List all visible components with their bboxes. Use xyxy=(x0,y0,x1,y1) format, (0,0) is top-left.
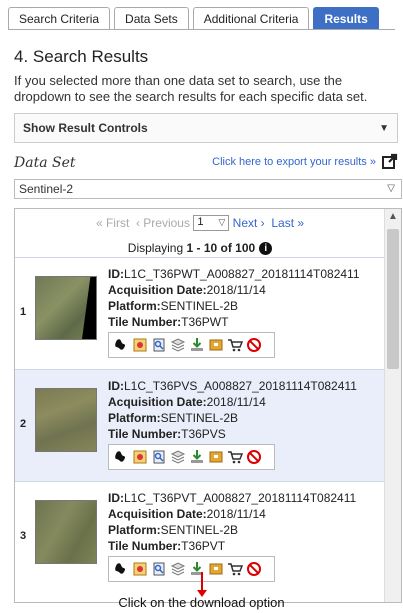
compare-icon[interactable] xyxy=(151,449,167,465)
acquisition-date: 2018/11/14 xyxy=(206,395,266,409)
overlay-icon[interactable] xyxy=(170,337,186,353)
results-panel: « First ‹ Previous 1 ▽ Next › Last » Disp… xyxy=(14,208,402,603)
id-label: ID: xyxy=(108,491,124,505)
chevron-down-icon: ▽ xyxy=(387,183,395,194)
scroll-up-icon[interactable]: ▲ xyxy=(388,211,398,222)
result-toolbar xyxy=(108,444,275,470)
row-number: 3 xyxy=(20,530,27,542)
result-toolbar xyxy=(108,556,275,582)
caret-down-icon: ▼ xyxy=(379,122,389,134)
platform-label: Platform: xyxy=(108,299,161,313)
footprint-icon[interactable] xyxy=(113,561,129,577)
exclude-icon[interactable] xyxy=(246,449,262,465)
result-metadata: ID:L1C_T36PVS_A008827_20181114T082411 Ac… xyxy=(108,378,357,442)
acquisition-date: 2018/11/14 xyxy=(206,283,266,297)
order-cart-icon[interactable] xyxy=(227,449,243,465)
scene-thumbnail[interactable] xyxy=(35,276,97,340)
scene-thumbnail[interactable] xyxy=(35,388,97,452)
tab-search-criteria[interactable]: Search Criteria xyxy=(8,7,111,29)
overlay-icon[interactable] xyxy=(170,449,186,465)
bulk-download-icon[interactable] xyxy=(208,449,224,465)
metadata-icon[interactable] xyxy=(132,449,148,465)
acquisition-date-label: Acquisition Date: xyxy=(108,283,207,297)
result-controls-toggle[interactable]: Show Result Controls ▼ xyxy=(14,113,398,143)
row-number: 2 xyxy=(20,418,27,430)
previous-page-link[interactable]: ‹ Previous xyxy=(136,216,190,230)
annotation-caption: Click on the download option xyxy=(118,595,285,610)
export-icon[interactable] xyxy=(382,153,398,169)
platform-label: Platform: xyxy=(108,411,161,425)
page-title: 4. Search Results xyxy=(14,47,149,66)
result-row-2[interactable]: 2 ID:L1C_T36PVS_A008827_20181114T082411 … xyxy=(15,369,385,481)
result-metadata: ID:L1C_T36PWT_A008827_20181114T082411 Ac… xyxy=(108,266,360,330)
metadata-icon[interactable] xyxy=(132,337,148,353)
displaying-range: 1 - 10 of 100 xyxy=(186,241,256,255)
bulk-download-icon[interactable] xyxy=(208,561,224,577)
pagination: « First ‹ Previous 1 ▽ Next › Last » xyxy=(15,215,385,232)
footprint-icon[interactable] xyxy=(113,449,129,465)
download-icon[interactable] xyxy=(189,337,205,353)
download-icon[interactable] xyxy=(189,449,205,465)
metadata-icon[interactable] xyxy=(132,561,148,577)
last-page-link[interactable]: Last » xyxy=(271,216,304,230)
order-cart-icon[interactable] xyxy=(227,561,243,577)
id-label: ID: xyxy=(108,267,124,281)
page-number-select[interactable]: 1 ▽ xyxy=(193,215,230,231)
export-results-link[interactable]: Click here to export your results » xyxy=(212,156,376,168)
tab-results[interactable]: Results xyxy=(313,7,379,29)
tab-bar: Search Criteria Data Sets Additional Cri… xyxy=(8,7,379,29)
scene-id: L1C_T36PVS_A008827_20181114T082411 xyxy=(124,379,357,393)
platform: SENTINEL-2B xyxy=(160,523,239,537)
tile-number-label: Tile Number: xyxy=(108,539,182,553)
order-cart-icon[interactable] xyxy=(227,337,243,353)
result-metadata: ID:L1C_T36PVT_A008827_20181114T082411 Ac… xyxy=(108,490,356,554)
tile-number: T36PVS xyxy=(181,427,226,441)
result-row-1[interactable]: 1 ID:L1C_T36PWT_A008827_20181114T082411 … xyxy=(15,257,385,369)
result-row-3[interactable]: 3 ID:L1C_T36PVT_A008827_20181114T082411 … xyxy=(15,481,385,593)
result-toolbar xyxy=(108,332,275,358)
chevron-down-icon: ▽ xyxy=(218,217,226,227)
tab-additional-criteria[interactable]: Additional Criteria xyxy=(192,7,310,29)
overlay-icon[interactable] xyxy=(170,561,186,577)
info-icon[interactable]: i xyxy=(259,242,273,256)
platform-label: Platform: xyxy=(108,523,161,537)
results-scrollbar[interactable]: ▲ xyxy=(384,209,401,602)
acquisition-date-label: Acquisition Date: xyxy=(108,507,207,521)
dataset-header: Data Set Click here to export your resul… xyxy=(14,153,398,173)
scene-id: L1C_T36PWT_A008827_20181114T082411 xyxy=(124,267,360,281)
page-number-value: 1 xyxy=(197,216,204,228)
tile-number: T36PVT xyxy=(181,539,226,553)
dataset-select[interactable]: Sentinel-2 ▽ xyxy=(14,179,402,199)
first-page-link[interactable]: « First xyxy=(96,216,129,230)
tab-data-sets[interactable]: Data Sets xyxy=(114,7,189,29)
displaying-count: Displaying 1 - 10 of 100 i xyxy=(15,241,385,256)
compare-icon[interactable] xyxy=(151,561,167,577)
scene-id: L1C_T36PVT_A008827_20181114T082411 xyxy=(124,491,357,505)
intro-text: If you selected more than one data set t… xyxy=(14,73,368,104)
result-controls-label: Show Result Controls xyxy=(23,121,148,135)
displaying-prefix: Displaying xyxy=(127,241,187,255)
dataset-selected-value: Sentinel-2 xyxy=(19,182,74,196)
acquisition-date-label: Acquisition Date: xyxy=(108,395,207,409)
tile-number-label: Tile Number: xyxy=(108,315,182,329)
id-label: ID: xyxy=(108,379,124,393)
dataset-label: Data Set xyxy=(14,155,76,171)
tab-divider xyxy=(8,29,395,30)
row-number: 1 xyxy=(20,306,27,318)
compare-icon[interactable] xyxy=(151,337,167,353)
bulk-download-icon[interactable] xyxy=(208,337,224,353)
footprint-icon[interactable] xyxy=(113,337,129,353)
scene-thumbnail[interactable] xyxy=(35,500,97,564)
platform: SENTINEL-2B xyxy=(160,411,239,425)
tile-number: T36PWT xyxy=(181,315,229,329)
acquisition-date: 2018/11/14 xyxy=(206,507,266,521)
scrollbar-thumb[interactable] xyxy=(387,229,399,369)
platform: SENTINEL-2B xyxy=(160,299,239,313)
next-page-link[interactable]: Next › xyxy=(233,216,265,230)
exclude-icon[interactable] xyxy=(246,337,262,353)
tile-number-label: Tile Number: xyxy=(108,427,182,441)
exclude-icon[interactable] xyxy=(246,561,262,577)
